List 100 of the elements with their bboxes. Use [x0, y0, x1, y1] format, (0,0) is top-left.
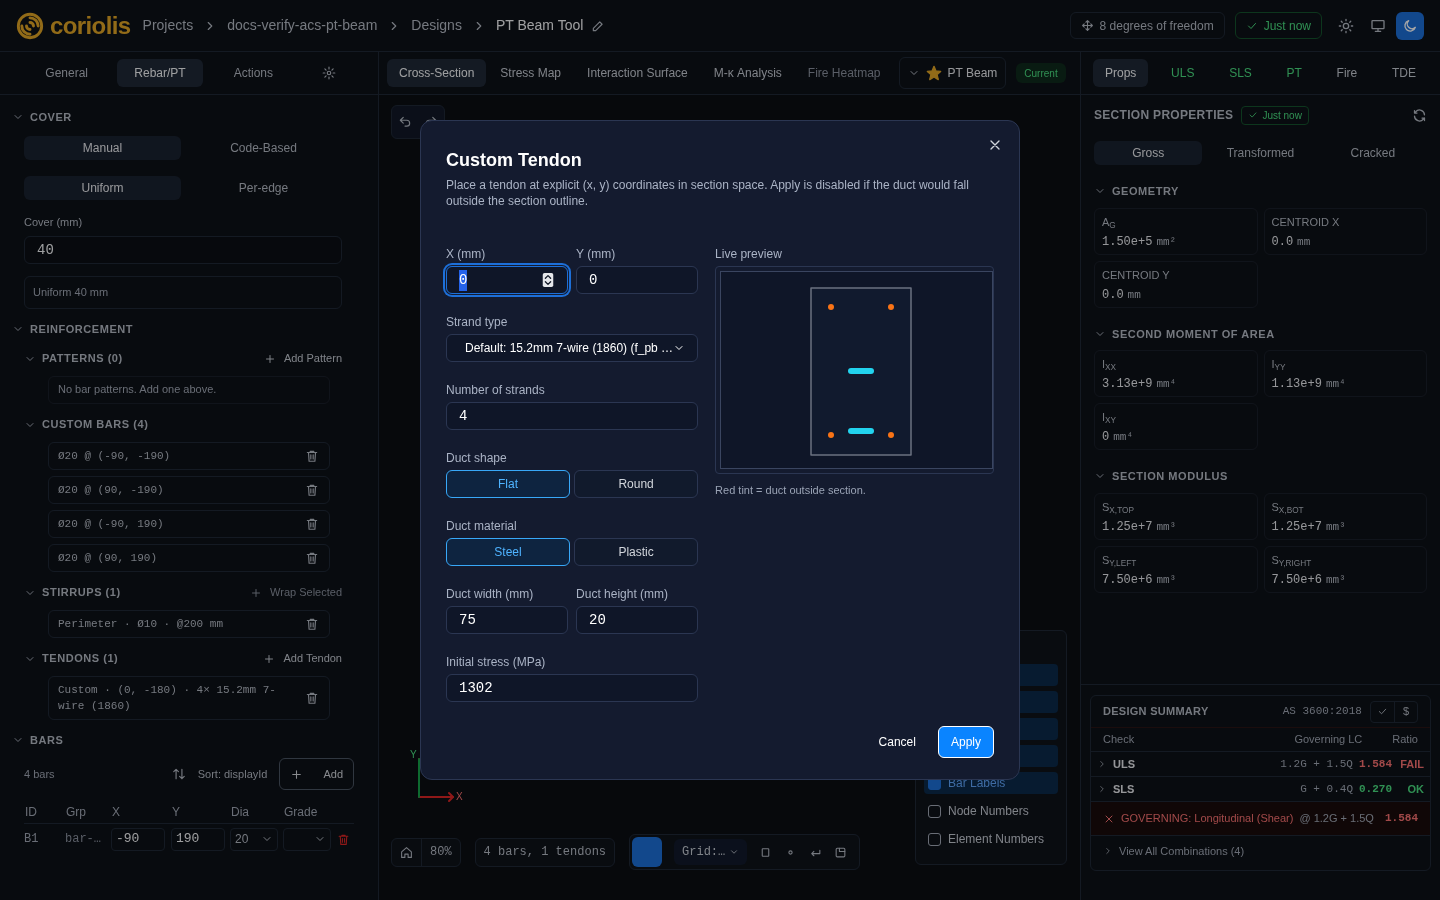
- initial-stress-input[interactable]: 1302: [446, 674, 699, 702]
- option-button[interactable]: Round: [574, 470, 699, 498]
- select-tool-button[interactable]: [632, 837, 663, 867]
- delete-button[interactable]: [305, 448, 319, 463]
- section-heading: COVER: [30, 110, 72, 125]
- tab[interactable]: Actions: [210, 59, 296, 87]
- duct-width-input[interactable]: 75: [446, 606, 569, 634]
- governing-label: GOVERNING: Longitudinal (Shear): [1121, 811, 1294, 827]
- diameter-select[interactable]: 20: [230, 827, 278, 851]
- segment-option[interactable]: Code-Based: [185, 135, 342, 160]
- axis-label: X: [456, 790, 463, 804]
- bar-count: 4 bars: [24, 766, 56, 782]
- list-row[interactable]: Ø20 @ (-90, 190): [48, 509, 330, 538]
- property-label: S$_{X,BOT}$: [1271, 499, 1304, 515]
- check-icon: [1248, 110, 1259, 120]
- add-button[interactable]: Add: [279, 758, 354, 790]
- grid-select[interactable]: Grid:…: [674, 839, 748, 865]
- tool-button[interactable]: [834, 845, 848, 859]
- delete-button[interactable]: [305, 616, 319, 631]
- strand-type-select[interactable]: Default: 15.2mm 7-wire (1860) (f_pb …: [446, 334, 699, 362]
- sun-icon: [1338, 17, 1354, 34]
- breadcrumb-link[interactable]: docs-verify-acs-pt-beam: [227, 15, 378, 36]
- list-row[interactable]: Ø20 @ (90, 190): [48, 543, 330, 572]
- segment-option[interactable]: Uniform: [24, 175, 181, 200]
- delete-button[interactable]: [337, 832, 350, 846]
- field-label: Duct height (mm): [576, 586, 670, 602]
- row-text: Ø20 @ (90, 190): [58, 550, 158, 566]
- segment-option[interactable]: Gross: [1094, 141, 1203, 165]
- delete-button[interactable]: [305, 550, 319, 565]
- option-button[interactable]: Steel: [446, 538, 571, 566]
- delete-button[interactable]: [305, 690, 319, 705]
- card-title: DESIGN SUMMARY: [1103, 704, 1210, 720]
- option-button[interactable]: Plastic: [574, 538, 699, 566]
- add-link[interactable]: Add Pattern: [263, 350, 342, 367]
- apply-button[interactable]: Apply: [937, 726, 994, 758]
- list-row[interactable]: Ø20 @ (90, -190): [48, 475, 330, 504]
- cover-input[interactable]: 40: [24, 236, 342, 264]
- segment-option[interactable]: Per-edge: [185, 175, 342, 200]
- view-all-link[interactable]: View All Combinations (4): [1091, 836, 1430, 866]
- tab[interactable]: General: [24, 59, 110, 87]
- layer-toggle[interactable]: Element Numbers: [924, 828, 1058, 850]
- refresh-button[interactable]: [1412, 107, 1427, 123]
- tab[interactable]: Stress Map: [488, 59, 574, 87]
- tab[interactable]: ULS: [1159, 59, 1207, 87]
- list-row[interactable]: Perimeter · Ø10 · @200 mm: [48, 609, 330, 638]
- property-value: 1.25e+7: [1102, 518, 1153, 536]
- tab[interactable]: PT: [1274, 59, 1314, 87]
- sort-button[interactable]: Sort: displayId: [171, 765, 268, 783]
- home-icon: [400, 845, 413, 859]
- strands-input[interactable]: 4: [446, 402, 699, 430]
- breadcrumb-link[interactable]: Projects: [142, 15, 194, 36]
- trash-icon: [305, 516, 319, 531]
- code-label: AS 3600:2018: [1282, 704, 1362, 720]
- unit-label: mm: [1297, 234, 1311, 250]
- tab[interactable]: Props: [1093, 59, 1149, 87]
- model-summary: 4 bars, 1 tendons: [474, 837, 616, 867]
- row-text: Perimeter · Ø10 · @200 mm: [58, 616, 224, 632]
- cancel-button[interactable]: Cancel: [876, 726, 918, 758]
- segment-option[interactable]: Manual: [24, 135, 181, 160]
- design-picker[interactable]: PT Beam: [898, 57, 1007, 89]
- breadcrumb-link[interactable]: Designs: [411, 15, 462, 36]
- pencil-icon[interactable]: [591, 18, 606, 33]
- segment-option[interactable]: Cracked: [1318, 141, 1427, 165]
- theme-button[interactable]: [1396, 11, 1424, 40]
- trash-icon: [305, 616, 319, 631]
- tab[interactable]: M-κ Analysis: [701, 59, 794, 87]
- checkbox[interactable]: [928, 804, 941, 818]
- column-header: Dia: [230, 803, 250, 821]
- add-link[interactable]: Add Tendon: [263, 650, 342, 667]
- saved-badge: Just now: [1234, 12, 1322, 39]
- y-input[interactable]: 0: [576, 266, 699, 294]
- unit-label: mm³: [1325, 572, 1346, 588]
- undo-button[interactable]: [398, 115, 412, 129]
- layer-toggle[interactable]: Node Numbers: [924, 800, 1058, 822]
- property-label: S$_{Y,LEFT}$: [1102, 552, 1137, 568]
- tab[interactable]: Fire: [1324, 59, 1370, 87]
- delete-button[interactable]: [305, 516, 319, 531]
- settings-icon: [322, 66, 336, 80]
- x-input[interactable]: 0: [446, 266, 569, 294]
- list-row[interactable]: Custom · (0, -180) · 4× 15.2mm 7-wire (1860): [48, 675, 330, 720]
- field-label: Duct shape: [446, 450, 508, 466]
- property-value: 7.50e+6: [1271, 571, 1322, 589]
- option-button[interactable]: Flat: [446, 470, 571, 498]
- segment-option[interactable]: Transformed: [1206, 141, 1315, 165]
- list-row[interactable]: Ø20 @ (-90, -190): [48, 441, 330, 470]
- y-input[interactable]: 190: [171, 827, 225, 851]
- tab[interactable]: Cross-Section: [387, 59, 487, 87]
- tab[interactable]: TDE: [1380, 59, 1428, 87]
- tab[interactable]: Interaction Surface: [575, 59, 700, 87]
- x-input[interactable]: -90: [111, 827, 165, 851]
- section-heading: SECOND MOMENT OF AREA: [1112, 326, 1275, 342]
- ratio-value: 1.584: [1385, 811, 1418, 827]
- duct-height-input[interactable]: 20: [576, 606, 699, 634]
- unit-label: mm: [1127, 287, 1141, 303]
- checkbox[interactable]: [928, 832, 941, 846]
- summary-row[interactable]: ULS 1.2G + 1.5Q 1.584 FAIL: [1091, 752, 1430, 777]
- delete-button[interactable]: [305, 482, 319, 497]
- tab[interactable]: Rebar/PT: [117, 59, 203, 87]
- spinner-icon[interactable]: [541, 271, 556, 289]
- tab[interactable]: SLS: [1217, 59, 1264, 87]
